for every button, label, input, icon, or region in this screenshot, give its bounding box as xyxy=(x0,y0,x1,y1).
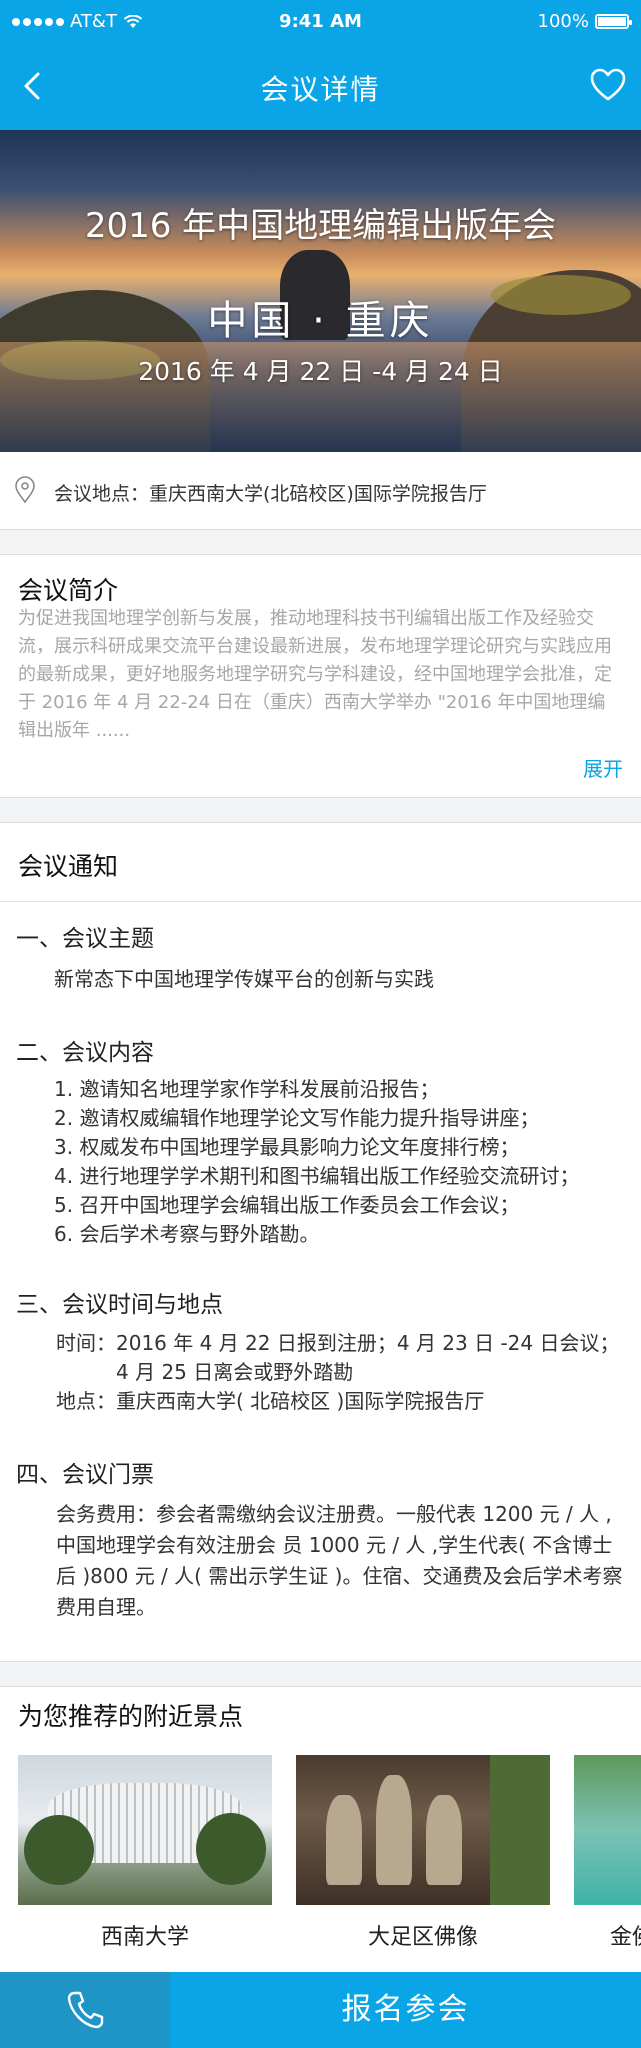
section-title: 一、会议主题 xyxy=(16,926,154,952)
time-value: 2016 年 4 月 22 日报到注册；4 月 23 日 -24 日会议；4 月… xyxy=(116,1331,620,1384)
register-button[interactable]: 报名参会 xyxy=(170,1972,641,2048)
heart-icon[interactable] xyxy=(589,66,627,104)
nearby-photo xyxy=(18,1755,272,1905)
nearby-name: 西南大学 xyxy=(100,1925,189,1950)
nearby-photo xyxy=(296,1755,550,1905)
nearby-name: 金佛 xyxy=(610,1925,641,1950)
intro-heading: 会议简介 xyxy=(18,576,119,605)
page-title: 会议详情 xyxy=(260,73,381,106)
status-bar: AT&T 9:41 AM 100% xyxy=(0,0,641,44)
list-item: 2. 邀请权威编辑作地理学论文写作能力提升指导讲座； xyxy=(54,1106,540,1130)
time-row: 时间： 2016 年 4 月 22 日报到注册；4 月 23 日 -24 日会议… xyxy=(16,1329,623,1387)
battery-icon xyxy=(595,14,632,29)
event-title: 2016 年中国地理编辑出版年会 xyxy=(84,206,557,246)
list-item: 1. 邀请知名地理学家作学科发展前沿报告； xyxy=(54,1077,440,1101)
nearby-carousel[interactable]: 西南大学 大足区佛像 金佛 xyxy=(18,1755,641,1951)
event-dates: 2016 年 4 月 22 日 -4 月 24 日 xyxy=(138,357,503,386)
bottom-bar: 报名参会 xyxy=(0,1972,641,2048)
call-button[interactable] xyxy=(0,1972,170,2048)
expand-link[interactable]: 展开 xyxy=(583,753,623,782)
content-list: 1. 邀请知名地理学家作学科发展前沿报告； 2. 邀请权威编辑作地理学论文写作能… xyxy=(16,1075,623,1249)
list-item: 3. 权威发布中国地理学最具影响力论文年度排行榜； xyxy=(54,1135,520,1159)
battery-percent: 100% xyxy=(537,11,589,32)
venue-text: 会议地点：重庆西南大学(北碚校区)国际学院报告厅 xyxy=(54,483,487,505)
notice-section-theme: 一、会议主题 新常态下中国地理学传媒平台的创新与实践 xyxy=(16,919,623,994)
time-key: 时间： xyxy=(56,1331,116,1355)
nearby-section: 为您推荐的附近景点 西南大学 大足区佛像 金佛 xyxy=(0,1686,641,1972)
section-title: 二、会议内容 xyxy=(16,1040,154,1066)
nearby-card[interactable]: 大足区佛像 xyxy=(296,1755,550,1951)
list-item: 5. 召开中国地理学会编辑出版工作委员会工作会议； xyxy=(54,1193,520,1217)
notice-card: 会议通知 一、会议主题 新常态下中国地理学传媒平台的创新与实践 二、会议内容 1… xyxy=(0,822,641,1662)
status-right: 100% xyxy=(537,11,632,32)
nearby-name: 大足区佛像 xyxy=(367,1925,478,1950)
section-title: 三、会议时间与地点 xyxy=(16,1292,223,1318)
top-bar: AT&T 9:41 AM 100% 会议详情 xyxy=(0,0,641,130)
place-row: 地点： 重庆西南大学( 北碚校区 )国际学院报告厅 xyxy=(16,1387,623,1416)
section-line: 新常态下中国地理学传媒平台的创新与实践 xyxy=(54,967,434,991)
divider xyxy=(0,901,641,902)
list-item: 6. 会后学术考察与野外踏勘。 xyxy=(54,1222,320,1246)
notice-section-time-place: 三、会议时间与地点 时间： 2016 年 4 月 22 日报到注册；4 月 23… xyxy=(16,1285,623,1416)
ticket-text: 会务费用：参会者需缴纳会议注册费。一般代表 1200 元 / 人 ,中国地理学会… xyxy=(56,1502,623,1619)
notice-heading: 会议通知 xyxy=(18,852,119,881)
nearby-card[interactable]: 金佛 xyxy=(574,1755,641,1951)
section-title: 四、会议门票 xyxy=(16,1462,154,1488)
intro-text: 为促进我国地理学创新与发展，推动地理科技书刊编辑出版工作及经验交流，展示科研成果… xyxy=(18,608,612,741)
event-banner: 2016 年中国地理编辑出版年会 中国 · 重庆 2016 年 4 月 22 日… xyxy=(0,130,641,452)
nearby-heading: 为您推荐的附近景点 xyxy=(18,1702,244,1731)
notice-section-ticket: 四、会议门票 会务费用：参会者需缴纳会议注册费。一般代表 1200 元 / 人 … xyxy=(16,1455,623,1623)
location-pin-icon xyxy=(15,476,35,504)
list-item: 4. 进行地理学学术期刊和图书编辑出版工作经验交流研讨； xyxy=(54,1164,580,1188)
venue-row[interactable]: 会议地点：重庆西南大学(北碚校区)国际学院报告厅 xyxy=(0,452,641,530)
notice-section-content: 二、会议内容 1. 邀请知名地理学家作学科发展前沿报告； 2. 邀请权威编辑作地… xyxy=(16,1033,623,1249)
nav-bar: 会议详情 xyxy=(0,44,641,130)
phone-icon xyxy=(67,1991,104,2029)
nearby-photo xyxy=(574,1755,641,1905)
place-key: 地点： xyxy=(56,1389,116,1413)
nearby-card[interactable]: 西南大学 xyxy=(18,1755,272,1951)
place-value: 重庆西南大学( 北碚校区 )国际学院报告厅 xyxy=(116,1389,485,1413)
intro-card: 会议简介 为促进我国地理学创新与发展，推动地理科技书刊编辑出版工作及经验交流，展… xyxy=(0,554,641,798)
event-location: 中国 · 重庆 xyxy=(207,298,434,344)
